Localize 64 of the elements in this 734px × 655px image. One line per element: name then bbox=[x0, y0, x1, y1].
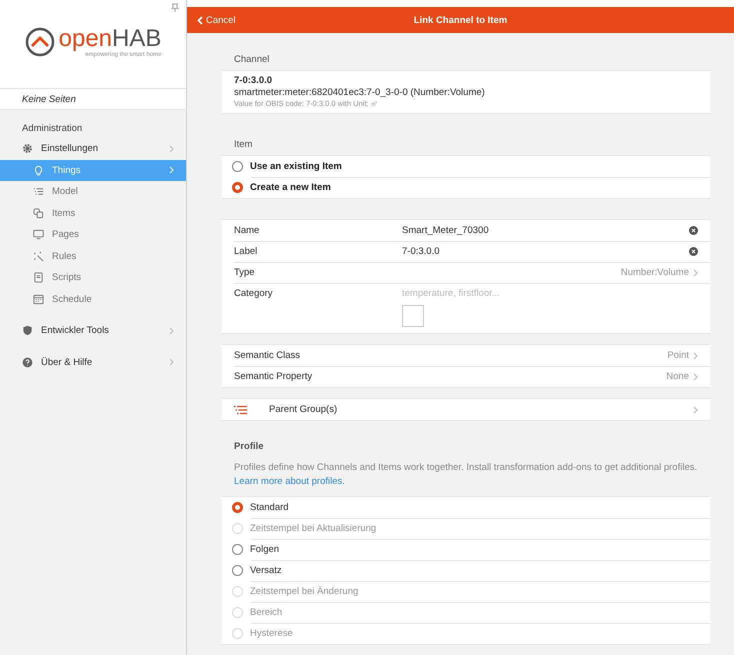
pages-label: Keine Seiten bbox=[0, 89, 186, 110]
bulb-icon bbox=[33, 164, 44, 176]
doc-icon bbox=[33, 272, 44, 284]
radio-option[interactable]: Create a new Item bbox=[222, 177, 710, 198]
select-row[interactable]: Type Number:Volume bbox=[222, 262, 710, 283]
monitor-icon bbox=[33, 229, 44, 240]
chevron-right-icon bbox=[693, 372, 698, 380]
logo-text: openHAB bbox=[58, 26, 162, 52]
field-label: Name bbox=[234, 225, 260, 236]
section-heading: Administration bbox=[21, 122, 84, 136]
radio-option[interactable]: Folgen bbox=[222, 539, 710, 560]
chevron-right-icon bbox=[693, 352, 698, 360]
field-label: Label bbox=[234, 246, 258, 257]
radio-option[interactable]: Versatz bbox=[222, 560, 710, 581]
chevron-right-icon bbox=[693, 406, 698, 414]
parent-group-row[interactable]: Parent Group(s) bbox=[222, 399, 710, 420]
sidebar-item[interactable]: Model bbox=[0, 181, 186, 202]
calendar-icon bbox=[33, 294, 44, 305]
input-field[interactable]: Smart_Meter_70300 bbox=[402, 225, 689, 236]
page-title: Link Channel to Item bbox=[414, 14, 508, 26]
sidebar-item[interactable]: Items bbox=[0, 202, 186, 224]
sidebar-item[interactable]: Rules bbox=[0, 246, 186, 267]
channel-title: 7-0:3.0.0 bbox=[234, 75, 274, 86]
radio-button[interactable] bbox=[232, 182, 243, 193]
sidebar-item[interactable]: Schedule bbox=[0, 288, 186, 310]
logo-icon bbox=[24, 27, 55, 57]
input-field[interactable]: 7-0:3.0.0 bbox=[402, 246, 689, 257]
clear-icon[interactable] bbox=[689, 226, 698, 235]
channel-uid: smartmeter:meter:6820401ec3:7-0_3-0-0 (Number:Volume) bbox=[234, 87, 486, 98]
help-icon bbox=[22, 356, 33, 368]
chevron-left-icon bbox=[197, 16, 203, 24]
chevron-right-icon bbox=[693, 268, 698, 276]
radio-button[interactable] bbox=[232, 565, 243, 576]
sidebar-item[interactable]: Über & Hilfe bbox=[0, 352, 186, 373]
radio-option[interactable]: Standard bbox=[222, 497, 710, 518]
chevron-right-icon bbox=[169, 144, 174, 153]
sidebar-item[interactable]: Scripts bbox=[0, 267, 186, 288]
section-heading: Profile bbox=[233, 440, 265, 454]
chevron-right-icon bbox=[169, 358, 174, 366]
sidebar-item[interactable]: Pages bbox=[0, 224, 186, 246]
chevron-right-icon bbox=[169, 166, 174, 174]
select-row[interactable]: Semantic Class Point bbox=[222, 345, 710, 366]
pin-icon[interactable] bbox=[171, 3, 179, 12]
radio-button[interactable] bbox=[232, 544, 243, 555]
category-icon-box bbox=[402, 305, 424, 327]
field-label: Category bbox=[234, 288, 274, 299]
squares-icon bbox=[33, 208, 44, 219]
select-row[interactable]: Semantic Property None bbox=[222, 366, 710, 387]
radio-button[interactable] bbox=[232, 502, 243, 513]
wand-icon bbox=[33, 250, 44, 262]
section-heading: Item bbox=[233, 138, 254, 152]
sidebar-item[interactable]: Entwickler Tools bbox=[0, 320, 186, 342]
profile-description: Profiles define how Channels and Items work together. Install transformation add-ons to get additional profiles. bbox=[234, 462, 698, 473]
shield-icon bbox=[22, 325, 33, 336]
chevron-right-icon bbox=[169, 326, 174, 335]
cancel-button[interactable]: Cancel bbox=[187, 14, 236, 26]
clear-icon[interactable] bbox=[689, 247, 698, 256]
list-icon bbox=[33, 186, 44, 198]
gear-icon bbox=[22, 143, 33, 154]
radio-option[interactable]: Use an existing Item bbox=[222, 156, 710, 177]
section-heading: Channel bbox=[233, 53, 270, 67]
radio-button[interactable] bbox=[232, 161, 243, 172]
sidebar-item[interactable]: Einstellungen bbox=[0, 138, 186, 160]
list-icon bbox=[234, 404, 247, 414]
